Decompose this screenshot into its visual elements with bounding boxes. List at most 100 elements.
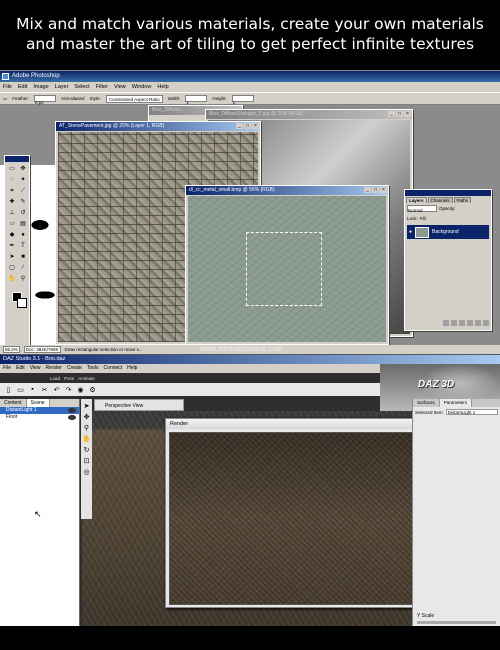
crop-icon[interactable]: ⌗	[7, 186, 17, 196]
tab-content[interactable]: Content	[0, 399, 27, 407]
maximize-icon[interactable]: □	[244, 123, 251, 129]
doc-info-field[interactable]: Doc: 384K/768K	[23, 346, 61, 353]
new-layer-icon[interactable]	[475, 320, 481, 326]
daz-menu-connect[interactable]: Connect	[104, 364, 123, 373]
marquee-tool-icon[interactable]: ▭	[3, 92, 7, 105]
move-tool-icon[interactable]: ✥	[84, 413, 90, 421]
doc-stone-titlebar[interactable]: AT_StonePavement.jpg @ 25% (Layer 1, RGB…	[56, 122, 260, 131]
cut-icon[interactable]: ✂	[40, 386, 49, 394]
save-icon[interactable]: ▪	[28, 386, 37, 393]
visibility-icon[interactable]	[68, 408, 76, 413]
menu-file[interactable]: File	[3, 82, 12, 92]
tab-animate[interactable]: Animate	[78, 374, 95, 383]
brush-icon[interactable]: ✎	[18, 197, 28, 207]
notes-icon[interactable]: ▢	[7, 263, 17, 273]
minimize-icon[interactable]: _	[364, 187, 371, 193]
daz-menu-view[interactable]: View	[30, 364, 41, 373]
blend-mode-select[interactable]: Normal	[407, 205, 437, 213]
daz-menu-tools[interactable]: Tools	[87, 364, 99, 373]
tab-layers[interactable]: Layers	[406, 197, 427, 203]
link-icon[interactable]	[443, 320, 449, 326]
maximize-icon[interactable]: □	[372, 187, 379, 193]
zoom-tool-icon[interactable]: ⚲	[84, 424, 89, 432]
zoom-field[interactable]: 56.2%	[3, 346, 20, 353]
history-brush-icon[interactable]: ↺	[18, 208, 28, 218]
menu-view[interactable]: View	[114, 82, 126, 92]
lasso-icon[interactable]: ◌	[7, 175, 17, 185]
render-icon[interactable]: ◉	[76, 386, 85, 394]
selected-item-select[interactable]: DistantLight 1	[445, 409, 498, 415]
settings-icon[interactable]: ⚙	[88, 386, 97, 394]
scene-item-floor[interactable]: Floor	[0, 414, 79, 421]
rotate-tool-icon[interactable]: ↻	[84, 446, 90, 454]
move-icon[interactable]: ✥	[18, 164, 28, 174]
daz-menu-edit[interactable]: Edit	[16, 364, 25, 373]
minimize-icon[interactable]: _	[388, 111, 395, 117]
close-icon[interactable]: ×	[252, 123, 259, 129]
type-icon[interactable]: T	[18, 241, 28, 251]
pan-tool-icon[interactable]: ✋	[82, 435, 91, 443]
stamp-icon[interactable]: ⊥	[7, 208, 17, 218]
tab-load[interactable]: Load	[50, 374, 60, 383]
magic-wand-icon[interactable]: ✦	[18, 175, 28, 185]
daz-menu-file[interactable]: File	[3, 364, 11, 373]
marquee-icon[interactable]: ▭	[7, 164, 17, 174]
close-icon[interactable]: ×	[380, 187, 387, 193]
select-tool-icon[interactable]: ➤	[84, 402, 90, 410]
frame-tool-icon[interactable]: ⊡	[84, 457, 90, 465]
camera-tool-icon[interactable]: ◎	[83, 468, 89, 476]
scale-slider[interactable]	[417, 621, 496, 624]
tab-pose[interactable]: Pose	[64, 374, 74, 383]
width-input[interactable]: 1	[185, 95, 208, 105]
minimize-icon[interactable]: _	[236, 123, 243, 129]
maximize-icon[interactable]: □	[396, 111, 403, 117]
zoom-icon[interactable]: ⚲	[18, 274, 28, 284]
blur-icon[interactable]: ◆	[7, 230, 17, 240]
folder-icon[interactable]	[467, 320, 473, 326]
tab-surfaces[interactable]: Surfaces	[413, 399, 440, 407]
healing-icon[interactable]: ✚	[7, 197, 17, 207]
eraser-icon[interactable]: ▱	[7, 219, 17, 229]
close-icon[interactable]: ×	[404, 111, 411, 117]
daz-menu-render[interactable]: Render	[45, 364, 61, 373]
background-color-swatch[interactable]	[17, 298, 27, 308]
doc-metal-window[interactable]: dl_cc_metal_small.bmp @ 56% (RGB) _ □ ×	[185, 185, 389, 345]
layer-item-background[interactable]: ● Background	[407, 225, 489, 239]
style-select[interactable]: Constrained Aspect Ratio	[105, 94, 163, 103]
gradient-icon[interactable]: ▤	[18, 219, 28, 229]
tab-parameters[interactable]: Parameters	[439, 399, 473, 407]
marquee-selection[interactable]	[246, 232, 322, 306]
menu-filter[interactable]: Filter	[96, 82, 108, 92]
mask-icon[interactable]	[459, 320, 465, 326]
menu-edit[interactable]: Edit	[18, 82, 27, 92]
open-icon[interactable]: ▭	[16, 386, 25, 394]
feather-input[interactable]: 0 px	[34, 95, 57, 105]
tab-paths[interactable]: Paths	[453, 197, 472, 203]
doc-metal-titlebar[interactable]: dl_cc_metal_small.bmp @ 56% (RGB) _ □ ×	[186, 186, 388, 195]
eye-icon[interactable]: ●	[409, 229, 412, 235]
trash-icon[interactable]	[483, 320, 489, 326]
fx-icon[interactable]	[451, 320, 457, 326]
menu-window[interactable]: Window	[132, 82, 152, 92]
menu-select[interactable]: Select	[74, 82, 89, 92]
visibility-icon[interactable]	[68, 415, 76, 420]
menu-layer[interactable]: Layer	[55, 82, 69, 92]
viewport-camera-select[interactable]: Perspective View	[94, 399, 184, 411]
path-select-icon[interactable]: ➤	[7, 252, 17, 262]
tab-scene[interactable]: Scene	[26, 399, 50, 407]
tab-channels[interactable]: Channels	[427, 197, 453, 203]
shape-icon[interactable]: ■	[18, 252, 28, 262]
daz-menu-create[interactable]: Create	[67, 364, 82, 373]
antialiased-checkbox[interactable]: Anti-aliased	[61, 92, 85, 105]
height-input[interactable]: 1	[231, 95, 254, 105]
menu-image[interactable]: Image	[33, 82, 48, 92]
pen-icon[interactable]: ✒	[7, 241, 17, 251]
scene-item-distantlight[interactable]: DistantLight 1	[0, 407, 79, 414]
dodge-icon[interactable]: ●	[18, 230, 28, 240]
daz-menu-help[interactable]: Help	[127, 364, 137, 373]
undo-icon[interactable]: ↶	[52, 386, 61, 394]
doc-bios-titlebar[interactable]: Bios_DiffuseStrength_2.jpg @ 25% (RGB) _…	[206, 110, 412, 119]
new-icon[interactable]: ▯	[4, 386, 13, 394]
hand-icon[interactable]: ✋	[7, 274, 17, 284]
slice-icon[interactable]: ⟋	[18, 186, 28, 196]
